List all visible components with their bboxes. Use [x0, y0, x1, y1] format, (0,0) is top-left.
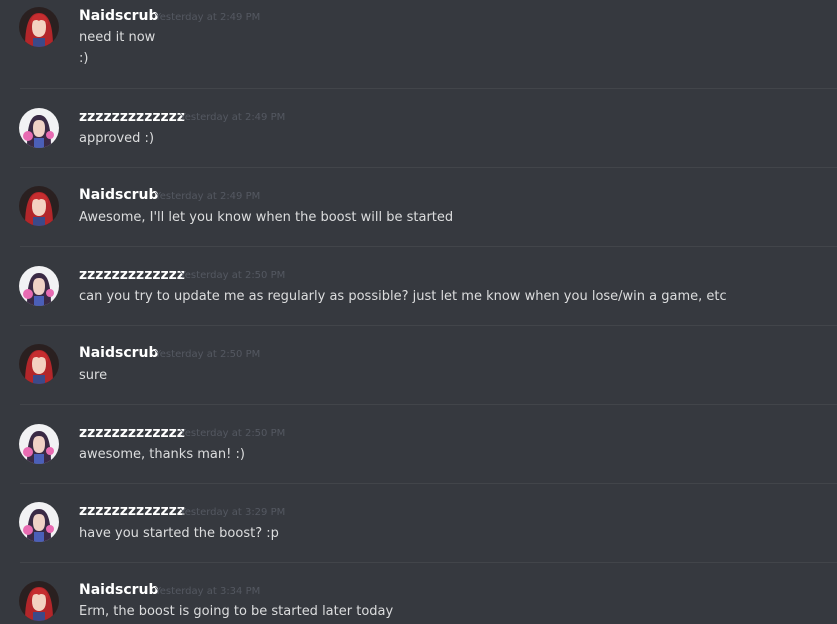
chat-message-list: Naidscrub Yesterday at 2:49 PM need it n… — [0, 0, 837, 624]
message-author[interactable]: zzzzzzzzzzzzz — [79, 266, 185, 284]
message-divider — [20, 404, 837, 405]
message-text: awesome, thanks man! :) — [79, 447, 245, 462]
message-timestamp: Yesterday at 2:50 PM — [155, 349, 261, 360]
avatar[interactable] — [19, 266, 59, 306]
dva-anime-avatar-icon — [19, 502, 59, 542]
dva-anime-avatar-icon — [19, 424, 59, 464]
red-haired-anime-avatar-icon — [19, 581, 59, 621]
message-author[interactable]: Naidscrub — [79, 7, 159, 25]
message-author[interactable]: zzzzzzzzzzzzz — [79, 424, 185, 442]
avatar[interactable] — [19, 344, 59, 384]
message-author[interactable]: zzzzzzzzzzzzz — [79, 108, 185, 126]
red-haired-anime-avatar-icon — [19, 186, 59, 226]
message-text: sure — [79, 368, 108, 383]
avatar[interactable] — [19, 186, 59, 226]
message-author[interactable]: Naidscrub — [79, 344, 159, 362]
message-text: :) — [79, 51, 89, 66]
message-text: can you try to update me as regularly as… — [79, 289, 727, 304]
message-author[interactable]: zzzzzzzzzzzzz — [79, 502, 185, 520]
message-timestamp: Yesterday at 2:50 PM — [180, 428, 286, 439]
message-text: approved :) — [79, 131, 155, 146]
message-timestamp: Yesterday at 3:29 PM — [180, 507, 286, 518]
avatar[interactable] — [19, 7, 59, 47]
message-text: Awesome, I'll let you know when the boos… — [79, 210, 454, 225]
dva-anime-avatar-icon — [19, 108, 59, 148]
message-text: need it now — [79, 30, 156, 45]
message-timestamp: Yesterday at 3:34 PM — [155, 586, 261, 597]
message-divider — [20, 88, 837, 89]
message-text: have you started the boost? :p — [79, 526, 279, 541]
message-text: Erm, the boost is going to be started la… — [79, 604, 394, 619]
message-timestamp: Yesterday at 2:49 PM — [180, 112, 286, 123]
avatar[interactable] — [19, 108, 59, 148]
red-haired-anime-avatar-icon — [19, 7, 59, 47]
message-divider — [20, 325, 837, 326]
red-haired-anime-avatar-icon — [19, 344, 59, 384]
message-author[interactable]: Naidscrub — [79, 581, 159, 599]
avatar[interactable] — [19, 581, 59, 621]
message-divider — [20, 246, 837, 247]
avatar[interactable] — [19, 424, 59, 464]
avatar[interactable] — [19, 502, 59, 542]
message-divider — [20, 483, 837, 484]
message-timestamp: Yesterday at 2:50 PM — [180, 270, 286, 281]
message-timestamp: Yesterday at 2:49 PM — [155, 191, 261, 202]
message-author[interactable]: Naidscrub — [79, 186, 159, 204]
dva-anime-avatar-icon — [19, 266, 59, 306]
message-divider — [20, 562, 837, 563]
message-timestamp: Yesterday at 2:49 PM — [155, 12, 261, 23]
message-divider — [20, 167, 837, 168]
